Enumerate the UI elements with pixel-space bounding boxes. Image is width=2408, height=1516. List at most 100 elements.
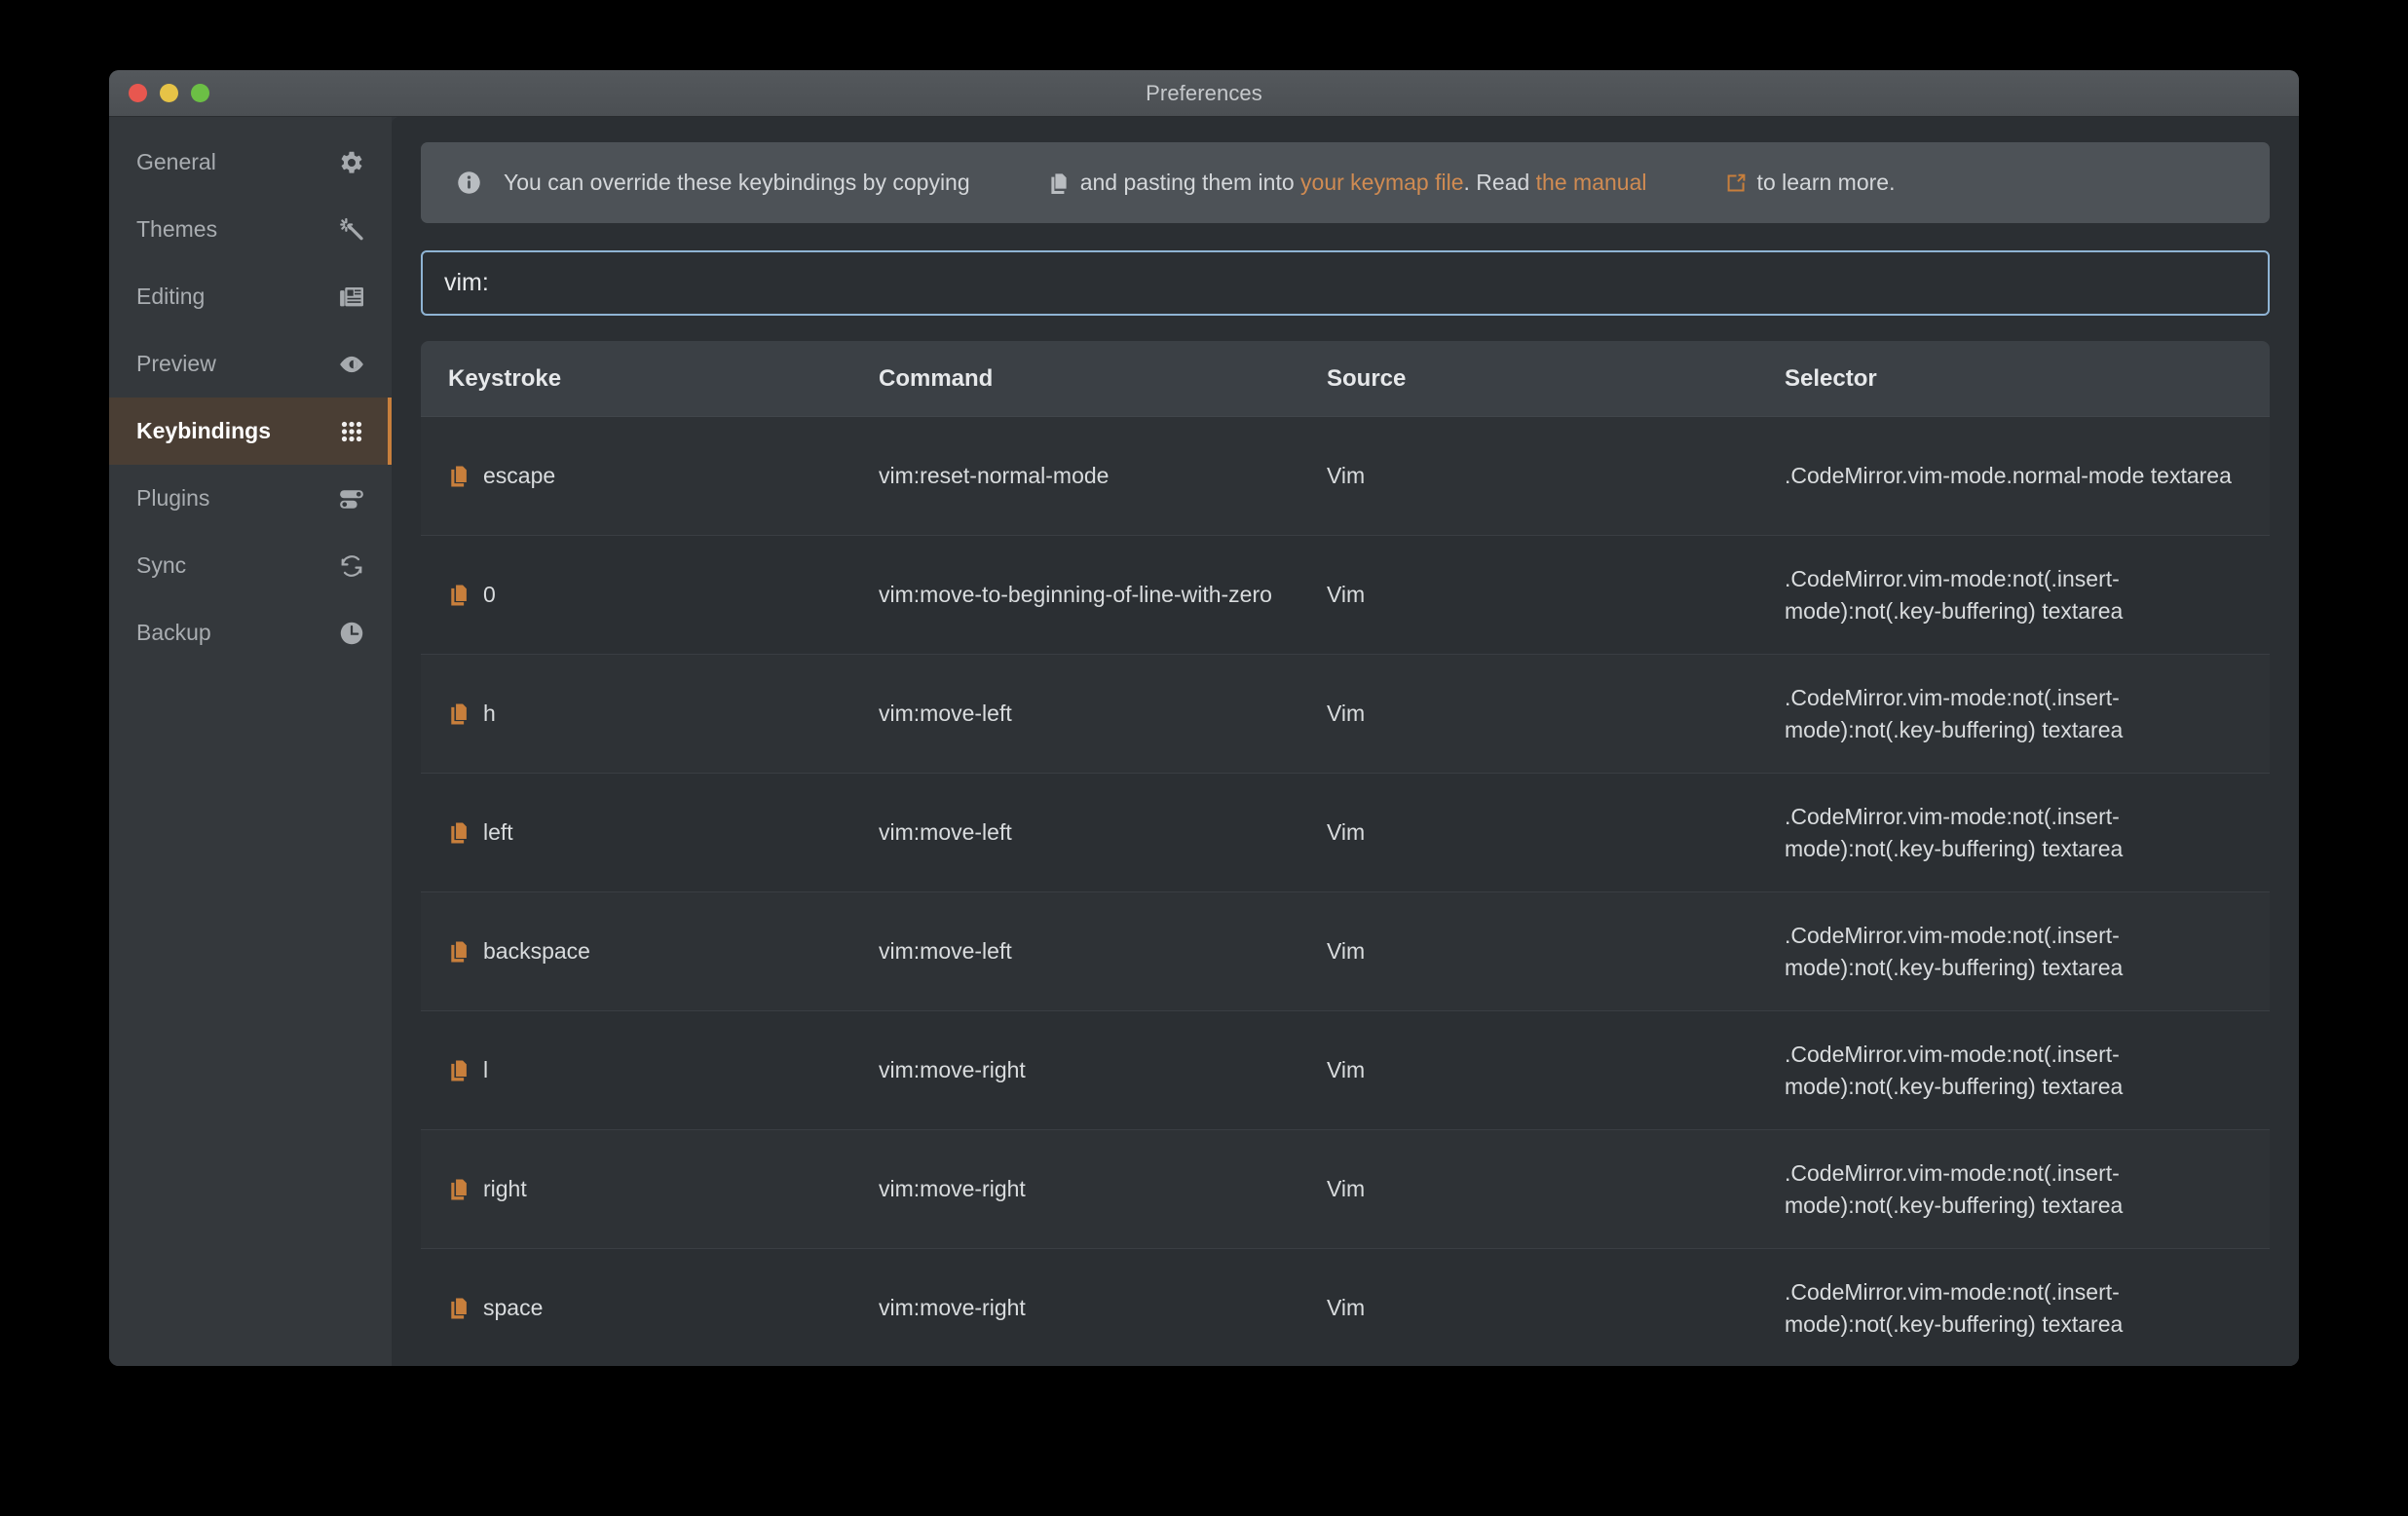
sidebar-item-label: Preview xyxy=(136,351,216,377)
table-row[interactable]: 0 vim:move-to-beginning-of-line-with-zer… xyxy=(421,536,2270,655)
sidebar-item-editing[interactable]: Editing xyxy=(109,263,392,330)
cell-selector: .CodeMirror.vim-mode.normal-mode textare… xyxy=(1785,460,2270,492)
banner-part1: You can override these keybindings by co… xyxy=(504,171,970,194)
table-row[interactable]: left vim:move-left Vim .CodeMirror.vim-m… xyxy=(421,774,2270,892)
cell-source: Vim xyxy=(1327,579,1785,611)
sidebar-item-sync[interactable]: Sync xyxy=(109,532,392,599)
grid-dots-icon xyxy=(337,417,366,446)
copy-icon[interactable] xyxy=(448,820,470,846)
table-row[interactable]: l vim:move-right Vim .CodeMirror.vim-mod… xyxy=(421,1011,2270,1130)
toggles-icon xyxy=(337,484,366,513)
info-circle-icon xyxy=(456,170,482,196)
copy-icon[interactable] xyxy=(973,149,1072,217)
column-header-source[interactable]: Source xyxy=(1327,365,1785,393)
magic-wand-icon xyxy=(337,215,366,245)
copy-icon[interactable] xyxy=(448,1058,470,1083)
zoom-button[interactable] xyxy=(191,84,209,102)
banner-part2: and pasting them into xyxy=(1073,171,1300,194)
keystroke-value: 0 xyxy=(483,583,496,607)
cell-command: vim:move-left xyxy=(879,816,1327,849)
table-row[interactable]: backspace vim:move-left Vim .CodeMirror.… xyxy=(421,892,2270,1011)
sidebar-item-backup[interactable]: Backup xyxy=(109,599,392,666)
banner-part3: . Read xyxy=(1464,171,1536,194)
copy-icon[interactable] xyxy=(448,1296,470,1321)
newspaper-icon xyxy=(337,283,366,312)
column-header-selector[interactable]: Selector xyxy=(1785,365,2270,393)
window-title: Preferences xyxy=(109,81,2299,106)
copy-icon[interactable] xyxy=(448,701,470,727)
cell-source: Vim xyxy=(1327,935,1785,967)
keystroke-value: backspace xyxy=(483,939,590,964)
table-header-row: Keystroke Command Source Selector xyxy=(421,341,2270,417)
external-link-icon[interactable] xyxy=(1649,149,1748,217)
cell-command: vim:move-right xyxy=(879,1292,1327,1324)
table-row[interactable]: space vim:move-right Vim .CodeMirror.vim… xyxy=(421,1249,2270,1358)
banner-part4: to learn more. xyxy=(1750,171,1895,194)
cell-keystroke[interactable]: space xyxy=(421,1296,879,1321)
table-row[interactable]: escape vim:reset-normal-mode Vim .CodeMi… xyxy=(421,417,2270,536)
copy-icon[interactable] xyxy=(448,464,470,489)
cell-source: Vim xyxy=(1327,816,1785,849)
column-header-command[interactable]: Command xyxy=(879,365,1327,393)
copy-icon[interactable] xyxy=(448,939,470,965)
search-input[interactable] xyxy=(421,250,2270,316)
cell-command: vim:move-left xyxy=(879,935,1327,967)
preferences-window: Preferences General Themes xyxy=(109,70,2299,1366)
keybindings-table: Keystroke Command Source Selector escape… xyxy=(421,341,2270,1358)
manual-link[interactable]: the manual xyxy=(1536,171,1647,194)
cell-source: Vim xyxy=(1327,1054,1785,1086)
sidebar-item-label: General xyxy=(136,149,216,175)
cell-command: vim:move-to-beginning-of-line-with-zero xyxy=(879,579,1327,611)
info-banner: You can override these keybindings by co… xyxy=(421,142,2270,223)
cell-keystroke[interactable]: escape xyxy=(421,464,879,489)
table-row[interactable]: h vim:move-left Vim .CodeMirror.vim-mode… xyxy=(421,655,2270,774)
sidebar-item-label: Backup xyxy=(136,620,211,646)
table-row[interactable]: right vim:move-right Vim .CodeMirror.vim… xyxy=(421,1130,2270,1249)
window-titlebar: Preferences xyxy=(109,70,2299,117)
copy-icon[interactable] xyxy=(448,583,470,608)
keystroke-value: h xyxy=(483,701,496,726)
table-body: escape vim:reset-normal-mode Vim .CodeMi… xyxy=(421,417,2270,1358)
sidebar-item-keybindings[interactable]: Keybindings xyxy=(109,398,392,465)
keystroke-value: l xyxy=(483,1058,488,1082)
keystroke-value: space xyxy=(483,1296,543,1320)
cell-keystroke[interactable]: h xyxy=(421,701,879,727)
keystroke-value: left xyxy=(483,820,513,845)
cell-selector: .CodeMirror.vim-mode:not(.insert-mode):n… xyxy=(1785,920,2270,983)
cell-command: vim:move-right xyxy=(879,1054,1327,1086)
sync-icon xyxy=(337,551,366,581)
column-header-keystroke[interactable]: Keystroke xyxy=(421,365,879,393)
cell-command: vim:move-right xyxy=(879,1173,1327,1205)
search-container xyxy=(421,250,2270,316)
cell-keystroke[interactable]: right xyxy=(421,1177,879,1202)
cell-keystroke[interactable]: backspace xyxy=(421,939,879,965)
cell-keystroke[interactable]: left xyxy=(421,820,879,846)
copy-icon[interactable] xyxy=(448,1177,470,1202)
sidebar-item-label: Keybindings xyxy=(136,418,271,444)
cell-selector: .CodeMirror.vim-mode:not(.insert-mode):n… xyxy=(1785,682,2270,745)
sidebar-item-label: Editing xyxy=(136,284,205,310)
sidebar-item-label: Sync xyxy=(136,552,186,579)
cell-command: vim:reset-normal-mode xyxy=(879,460,1327,492)
cell-selector: .CodeMirror.vim-mode:not(.insert-mode):n… xyxy=(1785,1276,2270,1340)
clock-icon xyxy=(337,619,366,648)
sidebar-item-preview[interactable]: Preview xyxy=(109,330,392,398)
close-button[interactable] xyxy=(129,84,147,102)
sidebar-item-general[interactable]: General xyxy=(109,129,392,196)
cell-keystroke[interactable]: 0 xyxy=(421,583,879,608)
cell-keystroke[interactable]: l xyxy=(421,1058,879,1083)
cell-source: Vim xyxy=(1327,460,1785,492)
sidebar-item-label: Plugins xyxy=(136,485,209,512)
keystroke-value: right xyxy=(483,1177,527,1201)
banner-text: You can override these keybindings by co… xyxy=(504,149,1895,217)
minimize-button[interactable] xyxy=(160,84,178,102)
eye-icon xyxy=(337,350,366,379)
sidebar-item-themes[interactable]: Themes xyxy=(109,196,392,263)
cell-source: Vim xyxy=(1327,698,1785,730)
sidebar-item-plugins[interactable]: Plugins xyxy=(109,465,392,532)
keystroke-value: escape xyxy=(483,464,555,488)
cell-selector: .CodeMirror.vim-mode:not(.insert-mode):n… xyxy=(1785,1039,2270,1102)
traffic-lights xyxy=(129,84,209,102)
sidebar-item-label: Themes xyxy=(136,216,217,243)
keymap-file-link[interactable]: your keymap file xyxy=(1300,171,1463,194)
